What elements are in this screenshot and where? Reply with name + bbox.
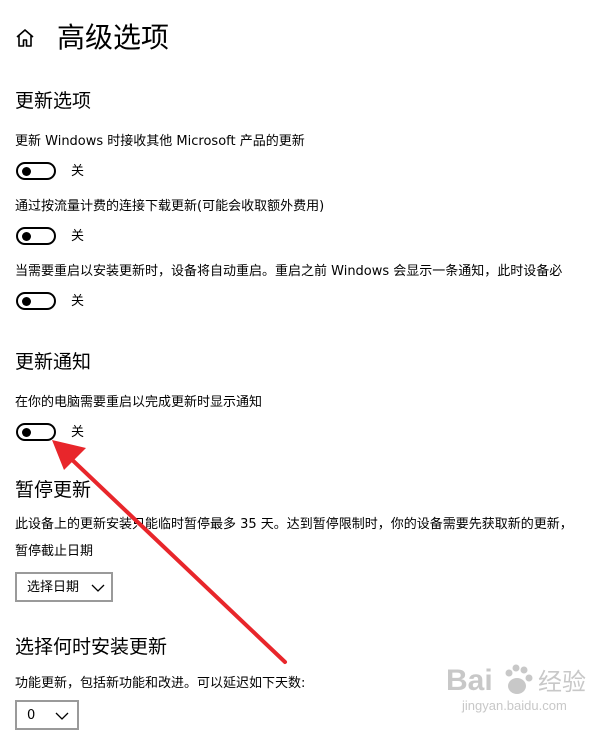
toggle-knob [22,428,31,437]
setting-label-other-products: 更新 Windows 时接收其他 Microsoft 产品的更新 [15,134,305,149]
feature-update-days-select[interactable]: 0 [15,700,79,730]
toggle-auto-restart[interactable] [16,292,56,310]
setting-label-restart-notification: 在你的电脑需要重启以完成更新时显示通知 [15,395,263,410]
section-title-pause-updates: 暂停更新 [15,479,92,501]
toggle-knob [22,232,31,241]
toggle-restart-notification[interactable] [16,423,56,441]
baidu-watermark-logo: Bai 经验 jingyan.baidu.com [446,664,586,713]
toggle-metered[interactable] [16,227,56,245]
pause-description: 此设备上的更新安装只能临时暂停最多 35 天。达到暂停限制时，你的设备需要先获取… [15,517,573,532]
toggle-other-products[interactable] [16,162,56,180]
toggle-state-restart-notification: 关 [71,425,85,440]
section-title-update-notifications: 更新通知 [15,351,92,373]
setting-label-auto-restart: 当需要重启以安装更新时，设备将自动重启。重启之前 Windows 会显示一条通知… [15,264,563,279]
section-title-install-time: 选择何时安装更新 [15,636,168,658]
chevron-down-icon [55,712,69,720]
pause-date-select[interactable]: 选择日期 [15,572,113,602]
setting-label-metered: 通过按流量计费的连接下载更新(可能会收取额外费用) [15,199,325,214]
feature-update-label: 功能更新，包括新功能和改进。可以延迟如下天数: [15,676,306,691]
toggle-state-other-products: 关 [71,164,85,179]
watermark-brand-tail: 经验 [538,668,586,696]
chevron-down-icon [91,584,105,592]
page-title: 高级选项 [57,21,170,54]
section-title-update-options: 更新选项 [15,90,92,112]
home-icon[interactable] [14,27,36,49]
toggle-knob [22,167,31,176]
feature-update-days-value: 0 [27,708,36,723]
watermark-sub: jingyan.baidu.com [461,698,567,713]
toggle-state-auto-restart: 关 [71,294,85,309]
watermark-brand: Bai [446,664,493,697]
toggle-knob [22,297,31,306]
toggle-state-metered: 关 [71,229,85,244]
pause-date-select-text: 选择日期 [27,580,80,595]
pause-until-label: 暂停截止日期 [15,544,94,559]
paw-icon [505,664,533,694]
